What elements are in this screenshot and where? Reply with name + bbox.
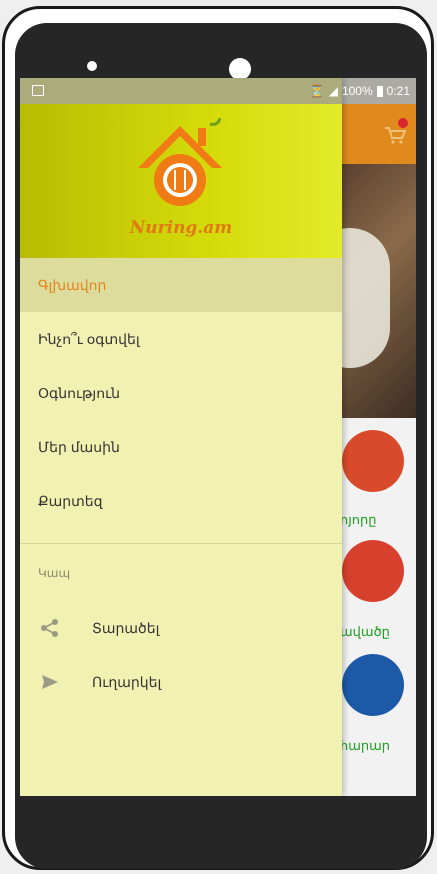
- menu-item-about[interactable]: Մեր մասին: [20, 420, 342, 474]
- battery-percent: 100%: [341, 84, 373, 98]
- screen: ոյորը ավածը հարար Nuring.am Գլխավոր Ինչո…: [20, 78, 416, 796]
- clock: 0:21: [386, 84, 410, 98]
- cart-icon[interactable]: [384, 126, 407, 144]
- menu-item-home[interactable]: Գլխավոր: [20, 258, 342, 312]
- category-label-1[interactable]: ոյորը: [340, 512, 377, 528]
- category-icon-1[interactable]: [342, 430, 404, 492]
- send-label: Ուղարկել: [92, 673, 162, 690]
- status-right: ⏳ ◢ 100% 0:21: [310, 84, 410, 98]
- category-label-2[interactable]: ավածը: [340, 624, 390, 640]
- send-item[interactable]: Ուղարկել: [20, 660, 342, 704]
- category-label-3[interactable]: հարար: [340, 738, 390, 754]
- signal-icon: ◢: [328, 84, 338, 98]
- share-item[interactable]: Տարածել: [20, 606, 342, 650]
- logo-text: Nuring.am: [129, 218, 233, 238]
- front-camera: [229, 58, 251, 80]
- image-icon: [32, 85, 44, 96]
- menu-item-map[interactable]: Քարտեզ: [20, 474, 342, 528]
- send-icon: [38, 670, 62, 694]
- share-label: Տարածել: [92, 619, 160, 636]
- menu-divider: [20, 543, 342, 544]
- category-icon-3[interactable]: [342, 654, 404, 716]
- menu-item-why-use[interactable]: Ինչո՞ւ օգտվել: [20, 312, 342, 366]
- cart-badge: [398, 118, 408, 128]
- logo-icon: [130, 117, 230, 218]
- menu-item-help[interactable]: Օգնություն: [20, 366, 342, 420]
- contact-section-title: Կապ: [38, 566, 71, 580]
- status-bar: ⏳ ◢ 100% 0:21: [20, 78, 416, 104]
- category-icon-2[interactable]: [342, 540, 404, 602]
- navigation-drawer: Nuring.am Գլխավոր Ինչո՞ւ օգտվել Օգնությո…: [20, 78, 342, 796]
- sensor-dot: [87, 61, 97, 71]
- alarm-icon: ⏳: [309, 84, 325, 98]
- battery-icon: [376, 85, 383, 97]
- drawer-menu: Գլխավոր Ինչո՞ւ օգտվել Օգնություն Մեր մաս…: [20, 258, 342, 528]
- drawer-header: Nuring.am: [20, 104, 342, 258]
- share-icon: [38, 616, 62, 640]
